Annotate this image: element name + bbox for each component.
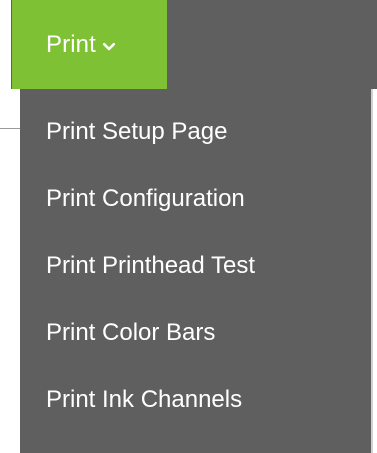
page-edge [0, 0, 11, 89]
chevron-down-icon [102, 40, 116, 54]
print-dropdown-menu: Print Setup Page Print Configuration Pri… [20, 89, 371, 453]
menu-item-label: Print Printhead Test [46, 252, 256, 279]
menu-item-print-printhead-test[interactable]: Print Printhead Test [20, 233, 371, 299]
menu-item-label: Print Setup Page [46, 118, 228, 145]
menu-item-print-ink-channels[interactable]: Print Ink Channels [20, 367, 371, 433]
menu-item-print-setup-page[interactable]: Print Setup Page [20, 99, 371, 165]
background-divider [0, 128, 20, 129]
menu-item-print-color-bars[interactable]: Print Color Bars [20, 300, 371, 366]
menu-item-label: Print Color Bars [46, 319, 216, 346]
print-menu-tab[interactable]: Print [12, 0, 167, 89]
top-navigation-bar: Print [0, 0, 377, 89]
menu-item-print-configuration[interactable]: Print Configuration [20, 166, 371, 232]
menu-item-label: Print Ink Channels [46, 386, 243, 413]
menu-item-label: Print Configuration [46, 185, 245, 212]
print-menu-label: Print [46, 30, 96, 58]
